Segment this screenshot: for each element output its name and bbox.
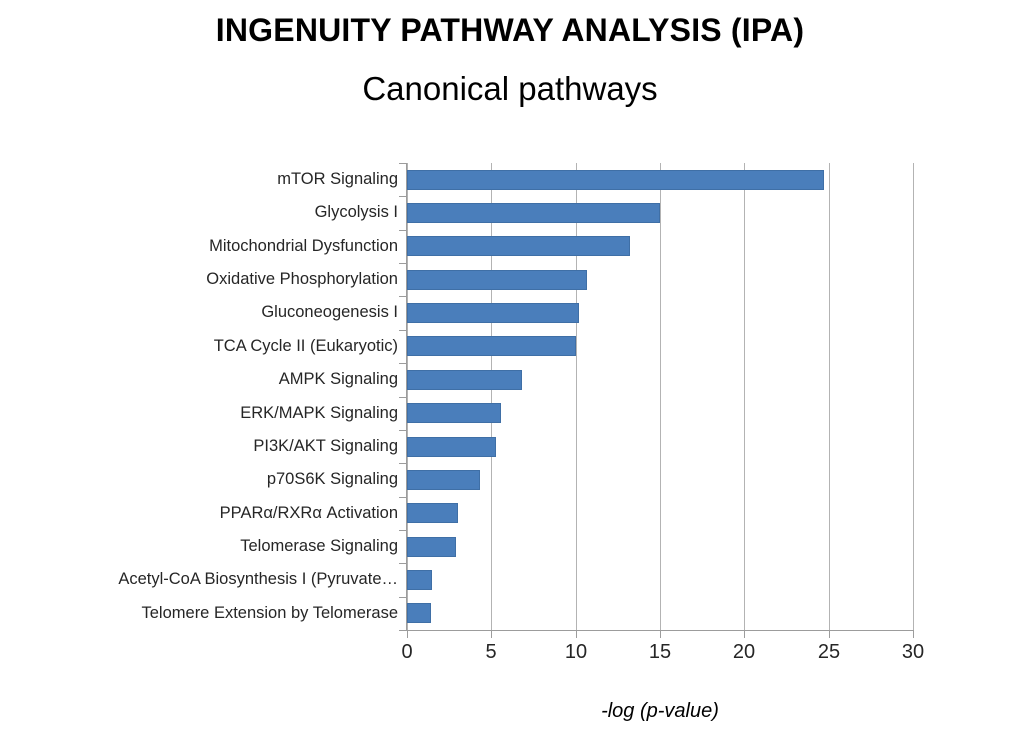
category-tick [399,329,407,331]
bar[interactable] [407,436,497,457]
bar[interactable] [407,469,480,490]
x-axis-tick [829,631,830,638]
category-label: mTOR Signaling [277,170,398,188]
category-tick [399,529,407,531]
category-label: p70S6K Signaling [266,470,398,489]
category-tick [399,163,407,164]
bar[interactable] [407,269,588,290]
bar[interactable] [407,203,660,224]
x-axis-tick-label: 10 [564,641,588,663]
category-label: PI3K/AKT Signaling [253,436,398,455]
category-tick [399,229,407,231]
category-label: Gluconeogenesis I [261,303,398,322]
category-label: TCA Cycle II (Eukaryotic) [213,336,398,355]
x-axis-title: -log (p-value) [601,700,719,722]
bar[interactable] [407,169,824,190]
x-axis-tick-label: 25 [817,641,841,663]
plot-area [407,163,914,630]
bar[interactable] [407,569,433,590]
category-tick [399,596,407,598]
gridline-20 [744,163,745,630]
bar-chart: mTOR Signaling Glycolysis I Mitochondrial … [0,0,1020,751]
x-axis-tick [744,631,745,638]
category-tick [399,296,407,298]
category-label: Glycolysis I [314,203,398,222]
category-label: AMPK Signaling [278,370,398,389]
category-label: Mitochondrial Dysfunction [209,236,398,255]
x-axis-tick [660,631,661,638]
x-axis-tick [913,631,914,638]
bar[interactable] [407,369,522,390]
x-axis-tick-label: 30 [901,641,925,663]
category-label: Telomerase Signaling [240,536,398,555]
gridline-0 [407,163,408,630]
bar[interactable] [407,603,431,624]
gridline-15 [660,163,661,630]
x-axis-tick-label: 5 [485,641,497,663]
category-label: Acetyl-CoA Biosynthesis I (Pyruvate… [118,570,398,589]
x-axis-tick-label: 0 [401,641,413,663]
category-tick [399,196,407,198]
bar[interactable] [407,403,502,424]
bar[interactable] [407,503,458,524]
category-tick [399,630,407,631]
category-tick [399,563,407,565]
x-axis-tick [407,631,408,638]
bar[interactable] [407,336,576,357]
gridline-25 [829,163,830,630]
bar[interactable] [407,536,456,557]
category-label: Telomere Extension by Telomerase [141,603,399,622]
x-axis-tick-label: 20 [732,641,756,663]
category-label: PPARα/RXRα Activation [219,503,398,522]
bar[interactable] [407,303,580,324]
gridline-5 [491,163,492,630]
x-axis-tick [491,631,492,638]
category-tick [399,429,407,431]
category-axis: mTOR Signaling Glycolysis I Mitochondrial … [40,163,398,630]
category-label: Oxidative Phosphorylation [206,270,398,289]
gridline-10 [576,163,577,630]
bar[interactable] [407,236,630,257]
category-tick [399,463,407,465]
gridline-30 [913,163,914,630]
category-tick [399,396,407,398]
category-label: ERK/MAPK Signaling [240,403,398,422]
x-axis-tick-label: 15 [648,641,672,663]
x-axis-tick [576,631,577,638]
slide-canvas: INGENUITY PATHWAY ANALYSIS (IPA) Canonic… [0,0,1020,751]
category-tick [399,363,407,365]
category-tick [399,263,407,265]
category-tick [399,496,407,498]
